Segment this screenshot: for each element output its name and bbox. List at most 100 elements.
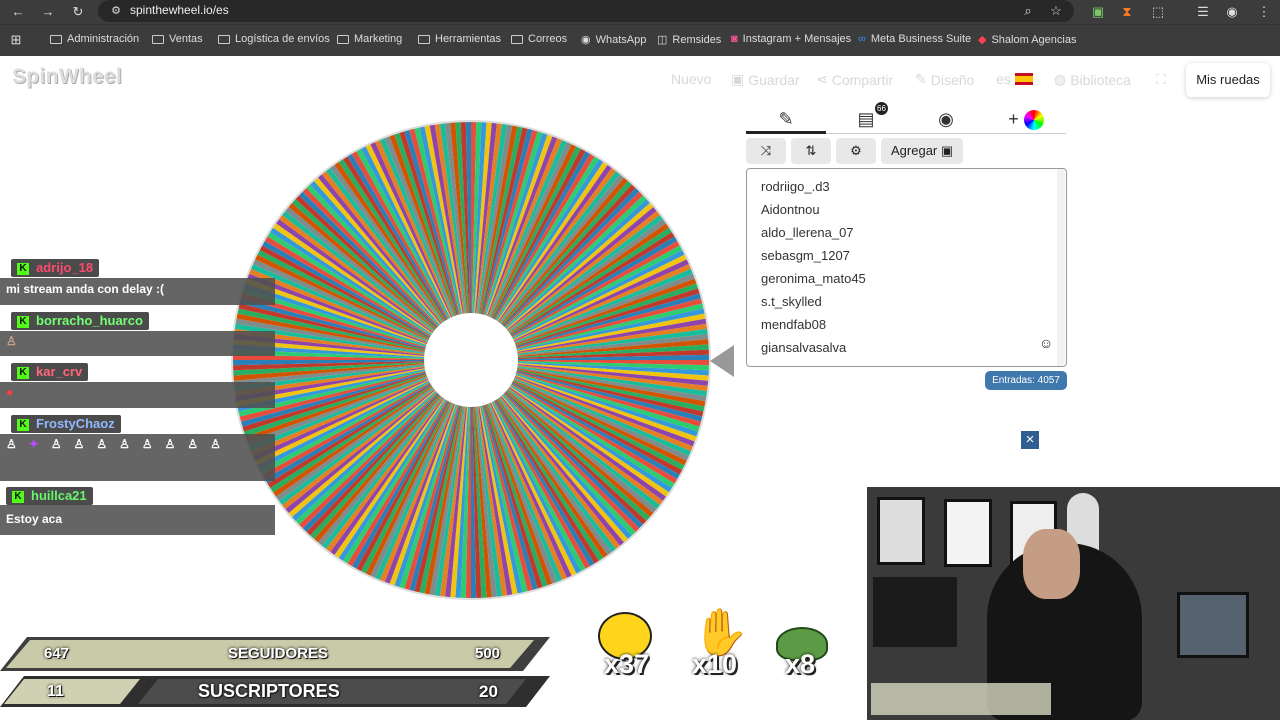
bookmark-instagram[interactable]: ◙ Instagram + Mensajes: [731, 33, 851, 45]
followers-label: SEGUIDORES: [228, 645, 329, 662]
extension-orange-icon[interactable]: ⧗: [1117, 2, 1137, 22]
hidden-tab[interactable]: ◉: [906, 106, 986, 134]
bookmark-logistica[interactable]: Logística de envíos: [218, 33, 330, 45]
spinwheel-page: SpinWheel Nuevo ▣ Guardar ⋖ Compartir ✎ Dis…: [0, 57, 1280, 720]
meta-icon: ∞: [858, 33, 866, 45]
back-icon[interactable]: ←: [8, 2, 28, 22]
entry-item: Aidontnou: [761, 202, 820, 217]
bookmark-ventas[interactable]: Ventas: [152, 33, 203, 45]
more-menu-icon[interactable]: ⋮: [1254, 2, 1274, 22]
bookmark-remsides[interactable]: ◫ Remsides: [657, 33, 721, 47]
forward-icon[interactable]: →: [38, 2, 58, 22]
followers-goal: 500: [475, 645, 501, 662]
bookmark-herramientas[interactable]: Herramientas: [418, 33, 501, 45]
add-color-tab[interactable]: +: [986, 106, 1066, 134]
bookmark-administracion[interactable]: Administración: [50, 33, 139, 45]
spain-flag-icon: [1014, 73, 1033, 85]
chat-message: ♙✦♙♙♙♙♙♙♙♙: [0, 434, 275, 481]
site-info-icon[interactable]: ⚙: [106, 1, 126, 21]
image-icon: ▣: [940, 143, 954, 158]
poster-jordan: [944, 499, 992, 567]
reading-list-icon[interactable]: ☰: [1193, 2, 1213, 22]
kick-icon: K: [12, 491, 24, 503]
fullscreen-icon[interactable]: ⛶: [1156, 71, 1166, 88]
reload-icon[interactable]: ↻: [68, 2, 88, 22]
gear-icon: ⚙: [850, 143, 862, 158]
close-icon[interactable]: ×: [1021, 431, 1039, 449]
save-button[interactable]: ▣ Guardar: [731, 71, 800, 88]
address-bar[interactable]: ⚙ spinthewheel.io/es ⌕ ☆: [98, 0, 1074, 22]
entries-scrollbar[interactable]: [1057, 169, 1065, 366]
bookmark-marketing[interactable]: Marketing: [337, 33, 402, 45]
spinwheel-logo[interactable]: SpinWheel: [12, 65, 122, 89]
profile-icon[interactable]: ◉: [1222, 2, 1242, 22]
zoom-icon[interactable]: ⌕: [1018, 1, 1038, 21]
share-button[interactable]: ⋖ Compartir: [816, 71, 893, 88]
extensions-icon[interactable]: ⬚: [1148, 2, 1168, 22]
kick-icon: K: [17, 263, 29, 275]
apps-icon[interactable]: ⊞: [6, 30, 26, 50]
pencil-icon: ✎: [915, 71, 927, 87]
entry-item: sebasgm_1207: [761, 248, 850, 263]
sort-button[interactable]: ⇅: [791, 138, 831, 164]
followers-current: 647: [44, 645, 70, 662]
bookmark-whatsapp[interactable]: ◉ WhatsApp: [581, 33, 646, 47]
entry-item: geronima_mato45: [761, 271, 866, 286]
extension-green-icon[interactable]: ▣: [1088, 2, 1108, 22]
new-button[interactable]: Nuevo: [671, 71, 711, 87]
emoji-icon[interactable]: ☺: [1039, 335, 1053, 351]
subscribers-label: SUSCRIPTORES: [198, 681, 340, 701]
my-wheels-button[interactable]: Mis ruedas: [1186, 63, 1270, 97]
library-icon: ◍: [1054, 71, 1067, 87]
results-tab[interactable]: ▤ 66: [826, 102, 906, 134]
folder-icon: [511, 34, 523, 44]
chat-message: ♙: [0, 331, 275, 356]
shuffle-button[interactable]: ⤨: [746, 138, 786, 164]
whatsapp-icon: ◉: [581, 34, 591, 46]
subscribers-bar-fill: [4, 679, 140, 704]
chat-message: mi stream anda con delay :(: [0, 278, 275, 305]
webcam-overlay: [867, 487, 1280, 720]
remsides-icon: ◫: [657, 34, 668, 46]
chat-username: Kadrijo_18: [11, 259, 100, 277]
settings-button[interactable]: ⚙: [836, 138, 876, 164]
bookmark-star-icon[interactable]: ☆: [1046, 1, 1066, 21]
language-selector[interactable]: es: [996, 71, 1033, 87]
folder-icon: [218, 34, 230, 44]
entry-item: s.t_skylled: [761, 294, 822, 309]
entry-item: mendfab08: [761, 317, 827, 332]
entries-textarea[interactable]: rodriigo_.d3 Aidontnou aldo_llerena_07 s…: [746, 168, 1067, 367]
subscribers-current: 11: [47, 683, 64, 700]
entry-count-badge: Entradas: 4057: [985, 371, 1067, 390]
wheel-center[interactable]: [424, 313, 518, 407]
sort-icon: ⇅: [805, 143, 817, 158]
bookmarks-bar: ⊞ Administración Ventas Logística de env…: [0, 24, 1280, 56]
design-button[interactable]: ✎ Diseño: [915, 71, 974, 88]
results-count-badge: 66: [875, 102, 888, 115]
bookmark-meta-business[interactable]: ∞ Meta Business Suite: [858, 33, 971, 45]
edit-tab[interactable]: ✎: [746, 106, 826, 134]
emote-icon: ♙♙♙♙♙♙♙♙: [50, 437, 233, 451]
browser-tab-bar: ← → ↻ ⚙ spinthewheel.io/es ⌕ ☆ ▣ ⧗ ⬚ ☰ ◉…: [0, 0, 1280, 24]
bookmark-shalom[interactable]: ◆ Shalom Agencias: [978, 33, 1076, 47]
chat-message: Estoy aca: [0, 505, 275, 535]
url-text: spinthewheel.io/es: [130, 3, 229, 17]
save-icon: ▣: [731, 71, 745, 87]
shalom-icon: ◆: [978, 34, 987, 46]
frog-reward-count: x8: [785, 649, 816, 679]
eye-slash-icon: ◉: [938, 109, 954, 129]
add-image-button[interactable]: Agregar ▣: [881, 138, 964, 164]
emote-icon: ✦: [28, 437, 51, 451]
pencil-icon: ✎: [778, 109, 794, 129]
library-button[interactable]: ◍ Biblioteca: [1054, 71, 1131, 88]
bee-reward-count: x37: [604, 649, 650, 679]
entry-item: giansalvasalva: [761, 340, 847, 355]
folder-icon: [337, 34, 349, 44]
spin-wheel[interactable]: [231, 120, 711, 600]
shuffle-icon: ⤨: [760, 143, 772, 158]
bookmark-correos[interactable]: Correos: [511, 33, 567, 45]
chat-username: Kborracho_huarco: [11, 312, 149, 330]
chat-username: Khuillca21: [6, 487, 93, 505]
kick-icon: K: [17, 316, 29, 328]
emote-icon: ♙: [6, 334, 17, 348]
